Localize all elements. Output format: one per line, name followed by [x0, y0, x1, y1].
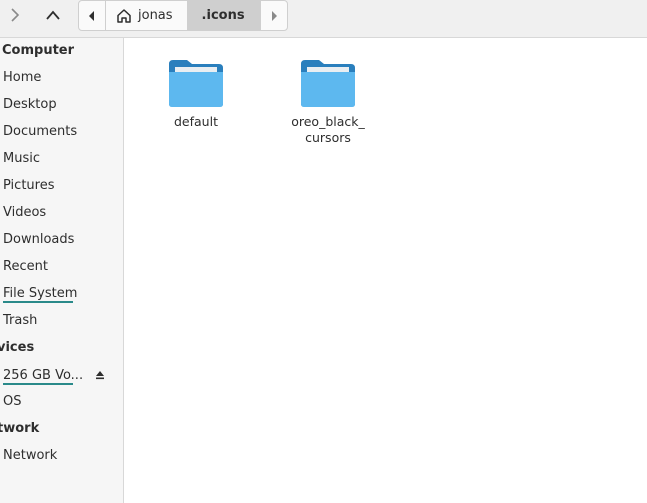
path-bar: jonas .icons [78, 0, 288, 31]
chevron-right-icon [11, 8, 20, 22]
sidebar-item-label: Videos [3, 204, 47, 220]
file-view: default oreo_black_ cursors [124, 38, 647, 503]
crumb-home[interactable]: jonas [106, 1, 188, 30]
sidebar-item-pictures[interactable]: Pictures [3, 175, 121, 195]
crumb-label: .icons [201, 8, 245, 23]
crumb-label: jonas [138, 8, 173, 23]
sidebar-item-network[interactable]: Network [3, 445, 121, 465]
sidebar-item-label: File System [3, 285, 78, 301]
sidebar-item-label: Trash [3, 312, 38, 328]
sidebar-section-computer: Computer [2, 43, 75, 58]
sidebar-section-network: twork [0, 421, 40, 436]
sidebar-item-downloads[interactable]: Downloads [3, 229, 121, 249]
folder-item[interactable]: default [146, 58, 246, 130]
sidebar-item-videos[interactable]: Videos [3, 202, 121, 222]
folder-item[interactable]: oreo_black_ cursors [278, 58, 378, 146]
file-name: default [174, 114, 218, 129]
sidebar-item-os[interactable]: OS [3, 391, 121, 411]
sidebar-item-home[interactable]: Home [3, 67, 121, 87]
sidebar-item-label: Desktop [3, 96, 57, 112]
folder-icon [169, 60, 223, 107]
parent-folder-button[interactable] [38, 0, 68, 30]
path-scroll-left-button[interactable] [79, 1, 106, 30]
usage-bar [3, 383, 73, 385]
sidebar-item-label: Documents [3, 123, 78, 139]
sidebar-item-label: Downloads [3, 231, 75, 247]
usage-bar [3, 301, 73, 303]
sidebar-item-documents[interactable]: Documents [3, 121, 121, 141]
crumb-current[interactable]: .icons [187, 1, 260, 30]
triangle-right-icon [271, 10, 277, 21]
sidebar-section-devices: vices [0, 340, 35, 355]
sidebar-item-label: Home [3, 69, 42, 85]
eject-icon[interactable] [95, 369, 105, 381]
triangle-left-icon [89, 10, 94, 21]
sidebar: Computer Home Desktop Documents Music Pi… [0, 38, 124, 503]
sidebar-item-music[interactable]: Music [3, 148, 121, 168]
toolbar: jonas .icons [0, 0, 647, 38]
sidebar-item-label: Pictures [3, 177, 55, 193]
sidebar-item-label: Recent [3, 258, 48, 274]
sidebar-item-recent[interactable]: Recent [3, 256, 121, 276]
sidebar-item-label: OS [3, 393, 22, 409]
file-name: oreo_black_ cursors [291, 114, 365, 145]
forward-button[interactable] [0, 0, 30, 30]
sidebar-item-trash[interactable]: Trash [3, 310, 121, 330]
home-icon [117, 8, 131, 23]
folder-icon [301, 60, 355, 107]
sidebar-item-label: 256 GB Vo... [3, 367, 84, 383]
path-scroll-right-button[interactable] [259, 1, 287, 30]
sidebar-item-file-system[interactable]: File System [3, 283, 121, 303]
sidebar-item-label: Network [3, 447, 58, 463]
chevron-up-icon [46, 10, 60, 20]
sidebar-item-desktop[interactable]: Desktop [3, 94, 121, 114]
sidebar-item-label: Music [3, 150, 40, 166]
